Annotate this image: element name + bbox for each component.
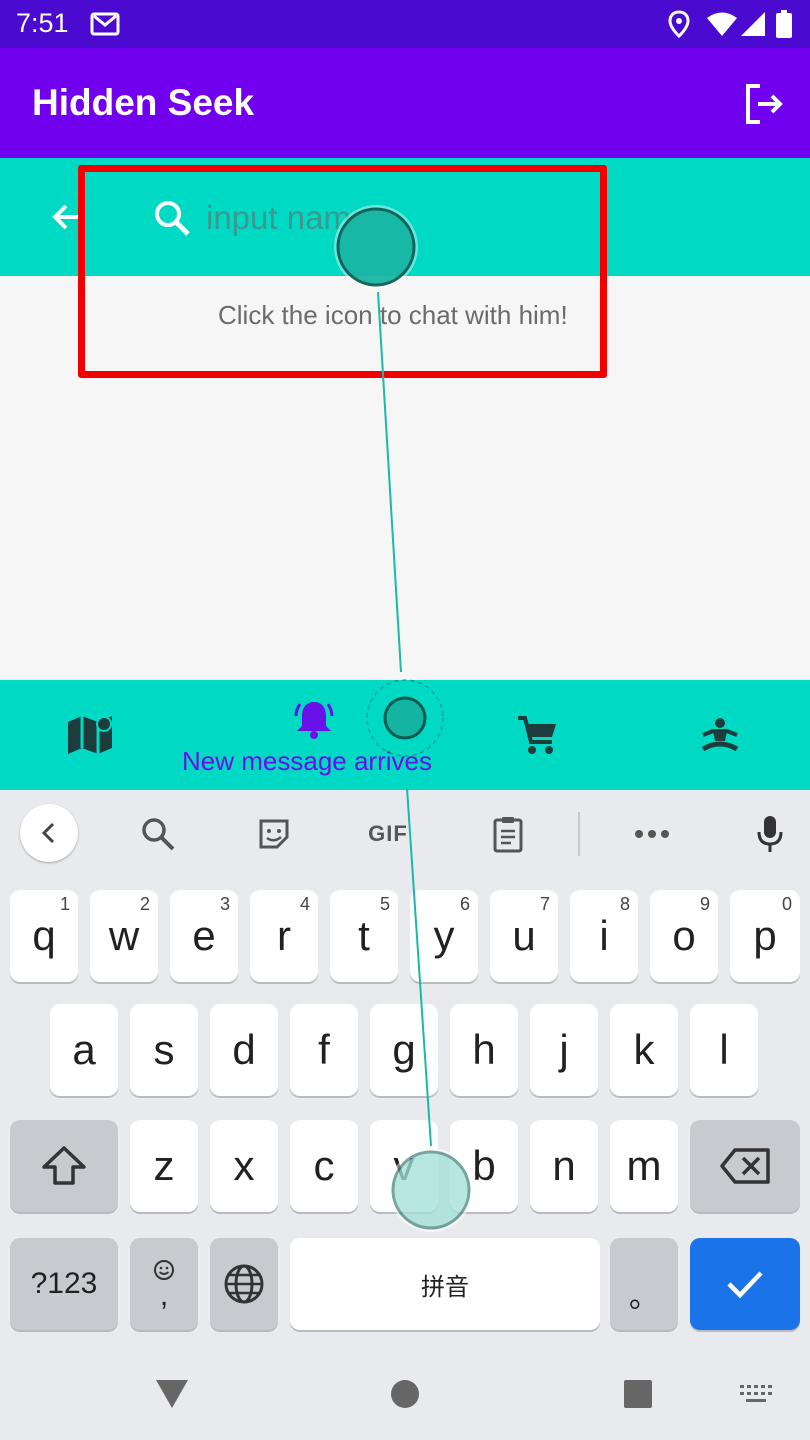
key-v[interactable]: v — [370, 1120, 438, 1212]
recents-nav-button[interactable] — [612, 1368, 664, 1420]
key-c[interactable]: c — [290, 1120, 358, 1212]
key-s[interactable]: s — [130, 1004, 198, 1096]
meditation-icon — [701, 718, 739, 752]
bottom-nav: New message arrives — [0, 680, 810, 790]
status-time: 7:51 — [16, 8, 69, 38]
key-j[interactable]: j — [530, 1004, 598, 1096]
enter-key[interactable] — [690, 1238, 800, 1330]
key-t[interactable]: t5 — [330, 890, 398, 982]
square-recents-icon — [624, 1380, 652, 1408]
keyboard-toolbar: GIF — [0, 790, 810, 878]
wifi-icon — [706, 0, 738, 48]
search-icon — [142, 818, 175, 851]
triangle-back-icon — [156, 1380, 188, 1408]
space-key[interactable]: 拼音 — [290, 1238, 600, 1330]
location-icon — [668, 0, 690, 48]
home-nav-button[interactable] — [379, 1368, 431, 1420]
status-bar: 7:51 — [0, 0, 810, 48]
emoji-icon — [154, 1260, 174, 1280]
backspace-key[interactable] — [690, 1120, 800, 1212]
more-icon — [635, 830, 669, 838]
clipboard-icon — [493, 817, 523, 853]
toolbar-divider — [578, 812, 580, 856]
key-e[interactable]: e3 — [170, 890, 238, 982]
key-b[interactable]: b — [450, 1120, 518, 1212]
back-nav-button[interactable] — [146, 1368, 198, 1420]
language-key[interactable] — [210, 1238, 278, 1330]
app-title: Hidden Seek — [32, 82, 255, 123]
cart-icon — [518, 716, 556, 754]
key-i[interactable]: i8 — [570, 890, 638, 982]
logout-icon — [746, 84, 783, 124]
key-n[interactable]: n — [530, 1120, 598, 1212]
hint-text: Click the icon to chat with him! — [218, 300, 568, 330]
key-x[interactable]: x — [210, 1120, 278, 1212]
shift-key[interactable] — [10, 1120, 118, 1212]
comma-key[interactable]: , — [130, 1238, 198, 1330]
key-h[interactable]: h — [450, 1004, 518, 1096]
back-button[interactable] — [44, 194, 90, 240]
shift-icon — [42, 1146, 86, 1185]
arrow-back-icon — [52, 204, 81, 230]
nav-label-notifications: New message arrives — [182, 746, 432, 776]
key-m[interactable]: m — [610, 1120, 678, 1212]
signal-icon — [740, 0, 766, 48]
period-key[interactable]: 。 — [610, 1238, 678, 1330]
nav-item-meditation[interactable] — [670, 680, 770, 790]
key-w[interactable]: w2 — [90, 890, 158, 982]
key-u[interactable]: u7 — [490, 890, 558, 982]
key-d[interactable]: d — [210, 1004, 278, 1096]
gif-button[interactable]: GIF — [360, 806, 416, 862]
key-q[interactable]: q1 — [10, 890, 78, 982]
nav-item-map[interactable] — [40, 680, 140, 790]
circle-home-icon — [391, 1380, 419, 1408]
symbols-key[interactable]: ?123 — [10, 1238, 118, 1330]
gmail-icon — [90, 0, 120, 48]
map-icon — [68, 716, 112, 754]
keyboard: GIF q1 w2 e3 r4 t5 y6 u7 i8 o9 p0 a s d … — [0, 790, 810, 1348]
keyboard-collapse-button[interactable] — [20, 804, 78, 862]
key-r[interactable]: r4 — [250, 890, 318, 982]
search-bar — [0, 158, 810, 276]
key-l[interactable]: l — [690, 1004, 758, 1096]
key-y[interactable]: y6 — [410, 890, 478, 982]
logout-button[interactable] — [738, 78, 790, 130]
backspace-icon — [720, 1148, 770, 1184]
key-g[interactable]: g — [370, 1004, 438, 1096]
key-p[interactable]: p0 — [730, 890, 800, 982]
key-f[interactable]: f — [290, 1004, 358, 1096]
nav-item-cart[interactable] — [488, 680, 588, 790]
sticker-icon — [259, 819, 289, 849]
chevron-left-icon — [41, 822, 55, 844]
globe-icon — [224, 1264, 264, 1304]
more-button[interactable] — [624, 806, 680, 862]
keyboard-search-button[interactable] — [130, 806, 186, 862]
key-a[interactable]: a — [50, 1004, 118, 1096]
sticker-button[interactable] — [246, 806, 302, 862]
app-bar: Hidden Seek — [0, 48, 810, 158]
keyboard-switch-button[interactable] — [730, 1368, 782, 1420]
check-icon — [727, 1271, 763, 1299]
battery-icon — [776, 0, 792, 48]
key-k[interactable]: k — [610, 1004, 678, 1096]
gif-label: GIF — [368, 821, 408, 846]
search-input[interactable] — [206, 194, 586, 242]
bell-icon — [294, 702, 334, 739]
key-o[interactable]: o9 — [650, 890, 718, 982]
search-icon — [150, 196, 194, 240]
keyboard-icon — [740, 1385, 772, 1402]
key-z[interactable]: z — [130, 1120, 198, 1212]
mic-icon — [757, 816, 783, 852]
voice-input-button[interactable] — [742, 806, 798, 862]
system-nav-bar — [0, 1348, 810, 1440]
clipboard-button[interactable] — [480, 806, 536, 862]
